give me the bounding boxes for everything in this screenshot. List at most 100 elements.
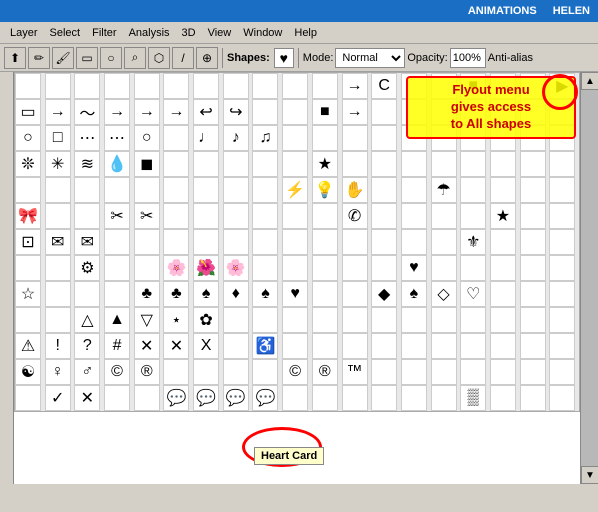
shape-cell[interactable] (520, 177, 546, 203)
shape-cell[interactable]: ♿ (252, 333, 278, 359)
shape-cell[interactable] (15, 73, 41, 99)
shape-cell[interactable] (490, 307, 516, 333)
shape-cell[interactable]: ✕ (163, 333, 189, 359)
shape-cell[interactable]: ♣ (163, 281, 189, 307)
shape-cell[interactable] (134, 177, 160, 203)
shape-cell[interactable] (193, 359, 219, 385)
shape-cell[interactable] (431, 255, 457, 281)
shape-cell[interactable] (252, 151, 278, 177)
shape-cell[interactable] (401, 385, 427, 411)
shape-cell[interactable] (282, 125, 308, 151)
shape-cell[interactable]: ✕ (134, 333, 160, 359)
shape-cell[interactable]: © (282, 359, 308, 385)
shape-cell[interactable] (431, 229, 457, 255)
shape-cell[interactable]: ◆ (371, 281, 397, 307)
shape-cell[interactable] (490, 151, 516, 177)
shape-cell[interactable] (342, 125, 368, 151)
shape-cell[interactable]: ♥ (282, 281, 308, 307)
shape-cell[interactable]: ▽ (134, 307, 160, 333)
shape-cell[interactable] (520, 307, 546, 333)
shape-cell[interactable] (282, 203, 308, 229)
shape-cell[interactable] (460, 203, 486, 229)
shape-cell[interactable]: ✂ (134, 203, 160, 229)
tool-extra[interactable]: ⊕ (196, 47, 218, 69)
shape-cell[interactable] (371, 229, 397, 255)
shape-cell[interactable]: ⚙ (74, 255, 100, 281)
shape-cell[interactable]: 🎀 (15, 203, 41, 229)
shape-cell[interactable] (342, 385, 368, 411)
shape-cell[interactable]: 💬 (252, 385, 278, 411)
shape-cell[interactable] (549, 255, 575, 281)
shape-cell[interactable] (282, 333, 308, 359)
shape-cell[interactable] (252, 99, 278, 125)
shape-cell[interactable] (312, 125, 338, 151)
shape-cell[interactable]: ★ (312, 151, 338, 177)
shape-cell[interactable]: ™ (342, 359, 368, 385)
shape-cell[interactable]: ✂ (104, 203, 130, 229)
shape-cell[interactable] (520, 333, 546, 359)
shape-cell[interactable] (252, 229, 278, 255)
animations-label[interactable]: ANIMATIONS (468, 5, 537, 17)
shape-cell[interactable]: 💬 (223, 385, 249, 411)
shape-cell[interactable] (549, 177, 575, 203)
opacity-input[interactable] (450, 48, 486, 68)
menu-select[interactable]: Select (44, 25, 87, 41)
shape-cell[interactable]: → (45, 99, 71, 125)
shape-cell[interactable] (460, 333, 486, 359)
shape-cell[interactable]: ♦ (223, 281, 249, 307)
shape-cell[interactable]: ✉ (74, 229, 100, 255)
shape-cell[interactable] (490, 177, 516, 203)
shape-cell[interactable]: ® (312, 359, 338, 385)
shape-cell[interactable] (520, 281, 546, 307)
shape-cell[interactable]: ⚜ (460, 229, 486, 255)
tool-poly[interactable]: ⬡ (148, 47, 170, 69)
shape-cell[interactable] (252, 255, 278, 281)
shape-cell[interactable] (282, 99, 308, 125)
shape-cell[interactable]: ✆ (342, 203, 368, 229)
shape-cell[interactable] (134, 255, 160, 281)
shape-cell[interactable]: ▒ (460, 385, 486, 411)
scroll-down-btn[interactable]: ▼ (581, 466, 598, 484)
shape-cell[interactable] (282, 385, 308, 411)
shape-cell[interactable] (312, 203, 338, 229)
shape-cell[interactable]: 🌸 (163, 255, 189, 281)
shape-cell[interactable]: © (104, 359, 130, 385)
shape-cell[interactable] (431, 385, 457, 411)
shape-cell[interactable] (460, 177, 486, 203)
shape-cell[interactable] (45, 307, 71, 333)
shape-cell[interactable] (74, 177, 100, 203)
shape-cell[interactable] (549, 281, 575, 307)
shape-cell[interactable]: ★ (490, 203, 516, 229)
shape-cell[interactable] (223, 333, 249, 359)
shape-cell[interactable]: ▲ (104, 307, 130, 333)
shape-cell[interactable] (223, 73, 249, 99)
shape-cell[interactable] (45, 73, 71, 99)
shape-heart-btn[interactable]: ♥ (274, 48, 294, 68)
shape-cell[interactable]: → (104, 99, 130, 125)
shape-cell[interactable] (371, 203, 397, 229)
shape-cell[interactable] (15, 385, 41, 411)
shape-cell[interactable] (252, 359, 278, 385)
shape-cell[interactable] (431, 151, 457, 177)
shape-cell[interactable]: ♩ (193, 125, 219, 151)
shape-cell[interactable]: 💧 (104, 151, 130, 177)
shape-cell[interactable] (490, 255, 516, 281)
shape-cell[interactable]: ⋆ (163, 307, 189, 333)
shape-cell[interactable] (312, 255, 338, 281)
shape-cell[interactable] (223, 359, 249, 385)
shape-cell[interactable]: ! (45, 333, 71, 359)
shape-cell[interactable] (490, 229, 516, 255)
shape-cell[interactable] (15, 307, 41, 333)
shape-cell[interactable] (549, 151, 575, 177)
shape-cell[interactable] (252, 177, 278, 203)
shape-cell[interactable] (193, 177, 219, 203)
shape-cell[interactable]: ✿ (193, 307, 219, 333)
shape-cell[interactable] (312, 333, 338, 359)
shape-cell[interactable] (520, 255, 546, 281)
shape-cell[interactable]: ⊡ (15, 229, 41, 255)
shape-cell[interactable] (163, 177, 189, 203)
shape-cell[interactable] (490, 333, 516, 359)
shape-cell[interactable] (520, 385, 546, 411)
shape-cell[interactable] (223, 203, 249, 229)
shape-cell[interactable]: ♪ (223, 125, 249, 151)
